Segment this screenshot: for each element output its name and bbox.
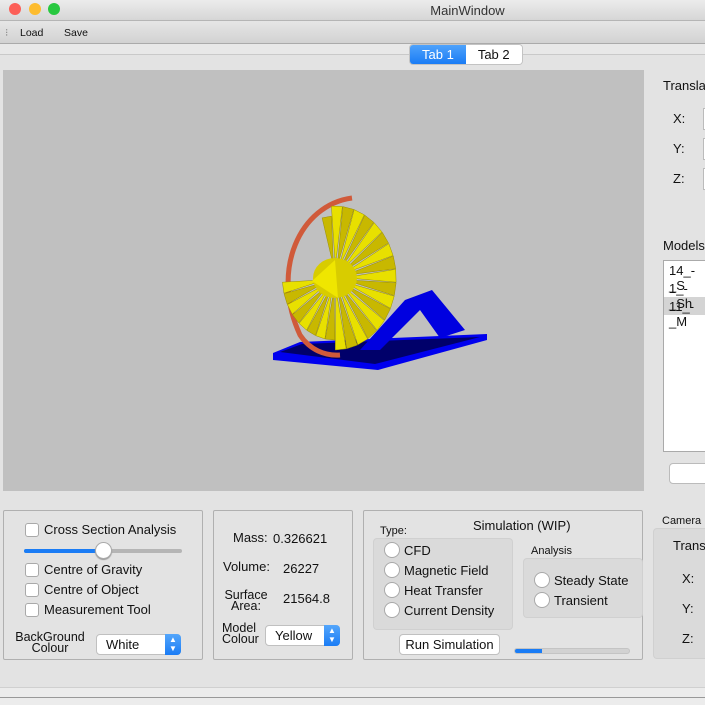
simulation-title: Simulation (WIP) [473, 518, 571, 533]
cross-section-slider[interactable] [24, 542, 182, 559]
radio-label: CFD [404, 542, 431, 558]
translate-label: Transla [663, 78, 705, 93]
radio-icon [384, 582, 400, 598]
y-label: Y: [673, 141, 685, 156]
checkbox-icon [25, 602, 39, 617]
checkbox-icon [25, 562, 39, 577]
camera-trans-label: Trans [673, 538, 705, 553]
label-line: Colour [222, 632, 259, 646]
list-item-selected[interactable]: 11_-_M [664, 297, 705, 329]
load-button[interactable]: Load [20, 27, 43, 39]
label-line: Colour [31, 641, 69, 655]
window-title: MainWindow [430, 3, 505, 18]
slider-fill [24, 549, 103, 553]
centre-object-checkbox[interactable]: Centre of Object [25, 582, 139, 597]
fan-blade [321, 215, 334, 259]
analysis-box [523, 558, 643, 618]
slider-handle[interactable] [95, 542, 112, 559]
radio-transient[interactable]: Transient [534, 592, 608, 608]
radio-magnetic-field[interactable]: Magnetic Field [384, 562, 489, 578]
radio-label: Current Density [404, 602, 495, 618]
chevron-updown-icon: ▲ ▼ [165, 634, 181, 655]
models-action-button[interactable] [669, 463, 705, 484]
simulation-progress-bar [514, 648, 630, 654]
mass-value: 0.326621 [273, 531, 328, 546]
title-bar: MainWindow [0, 0, 705, 21]
background-colour-select[interactable]: White ▲ ▼ [96, 634, 181, 655]
measurement-label: Measurement Tool [44, 602, 151, 617]
background-colour-label: BackGround Colour [12, 631, 88, 655]
volume-value: 26227 [283, 561, 320, 576]
list-item[interactable]: 1_-_Sh [664, 279, 705, 311]
surface-area-value: 21564.8 [283, 591, 330, 606]
measurement-checkbox[interactable]: Measurement Tool [25, 602, 151, 617]
tab-bar: Tab 1 Tab 2 [409, 44, 523, 65]
centre-object-label: Centre of Object [44, 582, 139, 597]
centre-gravity-label: Centre of Gravity [44, 562, 143, 577]
radio-label: Magnetic Field [404, 562, 489, 578]
toolbar: ⁝ Load Save [0, 21, 705, 44]
status-bar [0, 687, 705, 705]
radio-label: Transient [554, 592, 608, 608]
models-list[interactable]: 14_-_S 1_-_Sh 11_-_M [663, 260, 705, 452]
camera-z-label: Z: [682, 631, 694, 646]
radio-icon [384, 602, 400, 618]
type-label: Type: [380, 525, 407, 537]
model-render [273, 195, 487, 370]
run-simulation-button[interactable]: Run Simulation [399, 634, 500, 655]
select-value: Yellow [275, 628, 313, 643]
radio-label: Heat Transfer [404, 582, 483, 598]
checkbox-icon [25, 582, 39, 597]
model-colour-select[interactable]: Yellow ▲ ▼ [265, 625, 340, 646]
tab-2[interactable]: Tab 2 [465, 45, 522, 64]
cross-section-label: Cross Section Analysis [44, 522, 177, 537]
radio-icon [534, 572, 550, 588]
radio-cfd[interactable]: CFD [384, 542, 431, 558]
progress-fill [515, 649, 543, 653]
radio-label: Steady State [554, 572, 629, 588]
models-label: Models [663, 238, 705, 253]
centre-gravity-checkbox[interactable]: Centre of Gravity [25, 562, 142, 577]
radio-icon [384, 542, 400, 558]
surface-area-label: Surface Area: [222, 589, 270, 613]
camera-x-label: X: [682, 571, 695, 586]
label-line: Area: [231, 599, 261, 613]
radio-heat-transfer[interactable]: Heat Transfer [384, 582, 483, 598]
3d-viewport[interactable] [3, 70, 644, 491]
toolbar-handle[interactable]: ⁝ [5, 27, 8, 39]
x-label: X: [673, 111, 686, 126]
select-value: White [106, 637, 140, 652]
radio-steady-state[interactable]: Steady State [534, 572, 628, 588]
camera-y-label: Y: [682, 601, 694, 616]
tab-1[interactable]: Tab 1 [410, 45, 466, 64]
radio-icon [384, 562, 400, 578]
mass-label: Mass: [233, 530, 268, 545]
cross-section-checkbox[interactable]: Cross Section Analysis [25, 522, 176, 537]
radio-icon [534, 592, 550, 608]
analysis-label: Analysis [531, 545, 572, 557]
list-item[interactable]: 14_-_S [664, 261, 705, 293]
volume-label: Volume: [223, 559, 270, 574]
camera-label: Camera [662, 515, 702, 527]
save-button[interactable]: Save [64, 27, 88, 39]
z-label: Z: [673, 171, 685, 186]
radio-current-density[interactable]: Current Density [384, 602, 494, 618]
chevron-updown-icon: ▲ ▼ [324, 625, 340, 646]
checkbox-icon [25, 522, 39, 537]
model-colour-label: Model Colour [222, 622, 262, 646]
